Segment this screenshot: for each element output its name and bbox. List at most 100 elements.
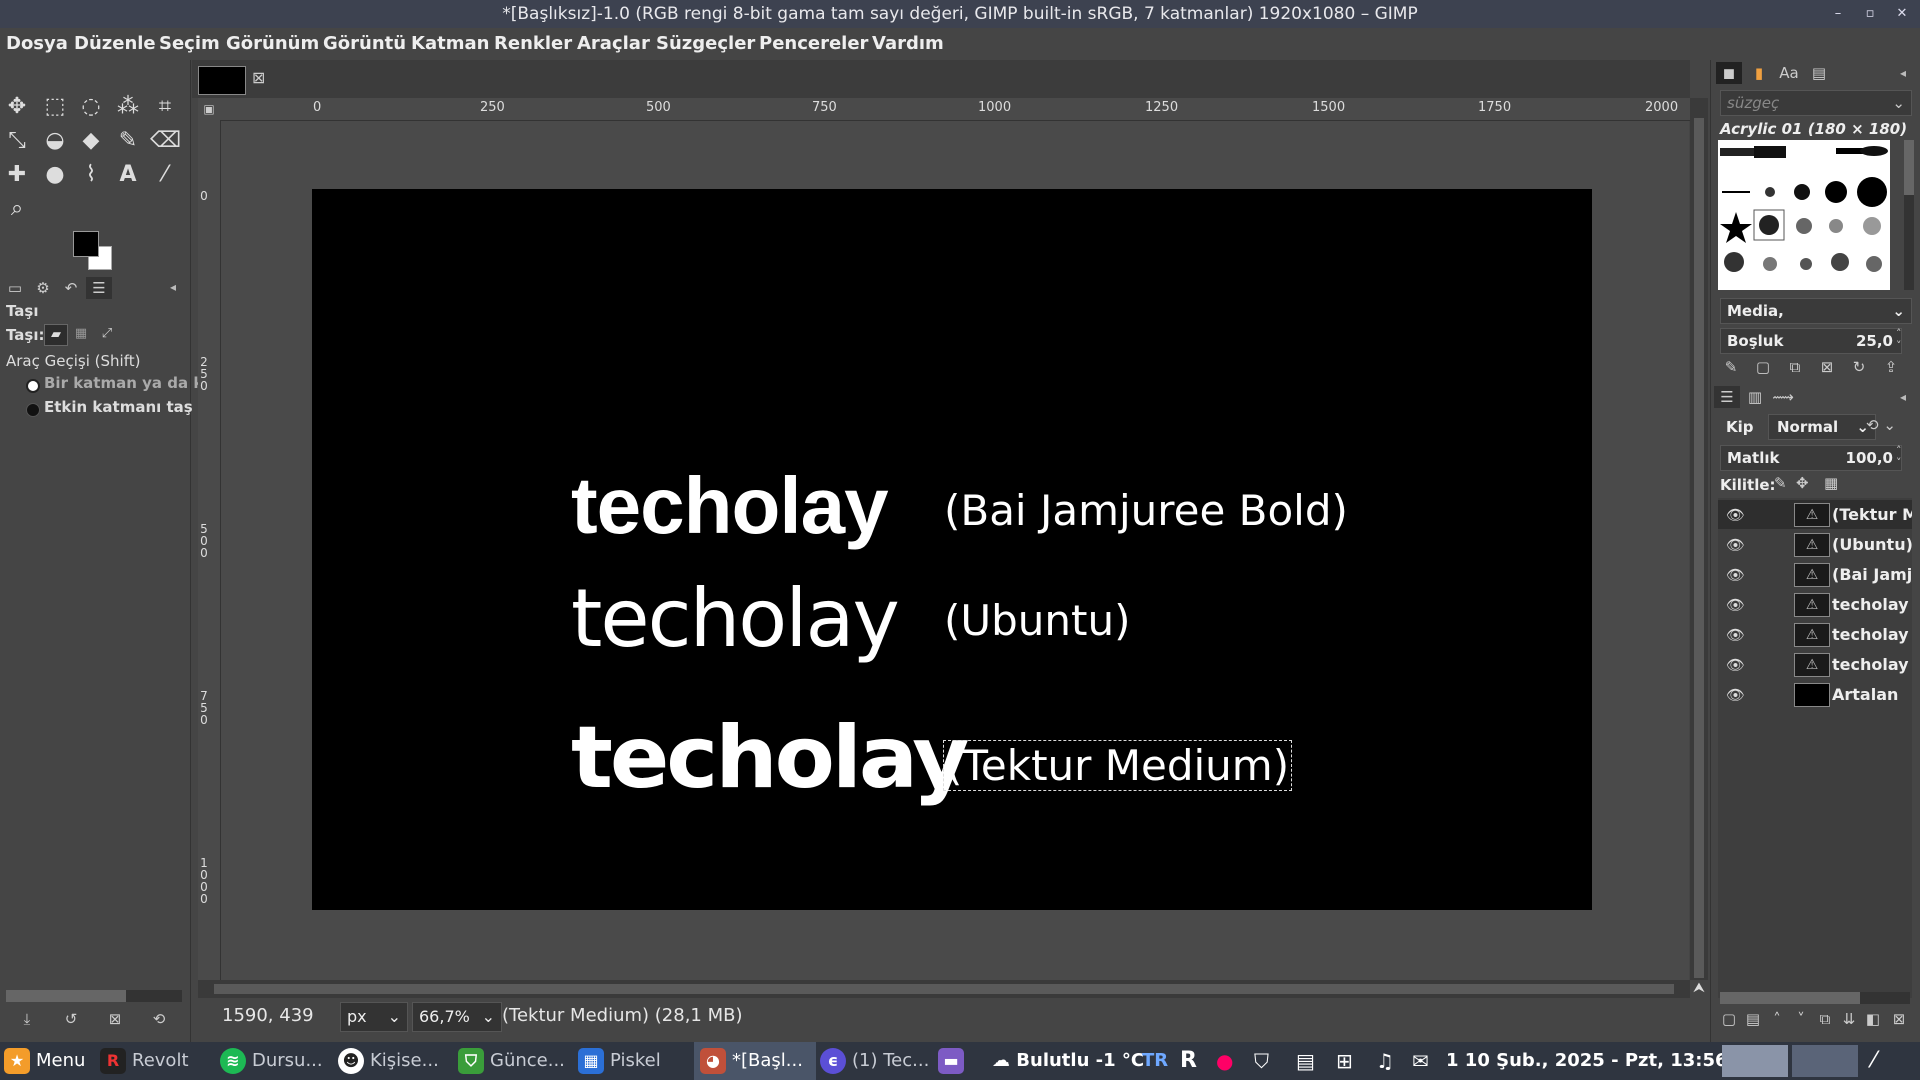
close-window-button[interactable]: ✕ [1892, 4, 1912, 24]
lock-position-icon[interactable]: ✥ [1796, 474, 1809, 492]
layer-mode-select[interactable]: Normal ⌄ [1768, 414, 1876, 440]
patterns-tab-icon[interactable]: ▮ [1746, 62, 1772, 84]
taskbar-app-settings[interactable]: ☻ Kişise... [338, 1042, 439, 1080]
color-picker-tray-icon[interactable]: ⁄ [1872, 1042, 1876, 1080]
layers-menu-icon[interactable]: ◂ [1900, 390, 1906, 404]
lasso-icon[interactable]: ◌ [76, 92, 106, 122]
menu-vardim[interactable]: Vardım [872, 28, 944, 60]
taskbar-files[interactable]: ▬ [938, 1042, 970, 1080]
text-sample-bai-jamjuree[interactable]: techolay [571, 460, 889, 552]
layer-row[interactable]: 👁 ⚠ techolay [1718, 650, 1912, 679]
taskbar-app-update[interactable]: ⛉ Günce... [458, 1042, 565, 1080]
taskbar-app-gimp-active[interactable]: ◕ *[Başl... [694, 1042, 816, 1080]
quick-mask-corner-icon[interactable]: ▣ [198, 98, 220, 120]
eye-icon[interactable]: 👁 [1726, 566, 1745, 584]
warp-icon[interactable]: ◒ [40, 126, 70, 156]
undo-history-tab-icon[interactable]: ↶ [58, 277, 84, 299]
panel-menu-icon[interactable]: ◂ [170, 280, 176, 294]
lock-pixels-icon[interactable]: ✎ [1774, 474, 1787, 492]
menu-araclar[interactable]: Araçlar [577, 28, 650, 60]
menu-gorunum[interactable]: Görünüm [226, 28, 319, 60]
start-menu-button[interactable]: ★ Menu [4, 1042, 85, 1080]
network-tray-icon[interactable]: ⊞ [1336, 1042, 1353, 1080]
brush-tag-select[interactable]: Media, ⌄ [1720, 298, 1912, 324]
eye-icon[interactable]: 👁 [1726, 656, 1745, 674]
text-sample-tektur[interactable]: techolay [571, 708, 969, 808]
dock-menu-icon[interactable]: ◂ [1900, 66, 1906, 80]
taskbar-app-browser[interactable]: ϵ (1) Tec... [820, 1042, 929, 1080]
tool-options-tab-icon[interactable]: ▭ [2, 277, 28, 299]
zoom-icon[interactable]: ⌕ [2, 194, 32, 224]
duplicate-layer-icon[interactable]: ⧉ [1812, 1008, 1838, 1030]
rect-select-icon[interactable]: ⬚ [40, 92, 70, 122]
menu-duzenle[interactable]: Düzenle [74, 28, 156, 60]
vertical-scrollbar[interactable] [1690, 98, 1708, 980]
firefox-tray-icon[interactable]: ● [1216, 1042, 1233, 1080]
move-tool-icon[interactable]: ✥ [2, 92, 32, 122]
menu-pencereler[interactable]: Pencereler [759, 28, 868, 60]
dodge-icon[interactable]: ● [40, 160, 70, 190]
menu-goruntu[interactable]: Görüntü [323, 28, 406, 60]
layer-row[interactable]: 👁 ⚠ (Ubuntu) [1718, 530, 1912, 559]
workspace-1[interactable] [1722, 1045, 1788, 1077]
taskbar-app-piskel[interactable]: ▦ Piskel [578, 1042, 661, 1080]
duplicate-brush-icon[interactable]: ⧉ [1782, 356, 1808, 378]
device-status-tab-icon[interactable]: ⚙ [30, 277, 56, 299]
layer-row[interactable]: 👁 ⚠ techolay # [1718, 590, 1912, 619]
taskbar-app-revolt[interactable]: R Revolt [100, 1042, 189, 1080]
unit-select[interactable]: px ⌄ [340, 1002, 408, 1032]
brush-grid-scrollbar[interactable] [1904, 140, 1914, 290]
paths-icon[interactable]: ⌇ [76, 160, 106, 190]
music-tray-icon[interactable]: ♫ [1376, 1042, 1394, 1080]
eye-icon[interactable]: 👁 [1726, 596, 1745, 614]
spin-arrows-icon[interactable]: ˄ ˅ [1896, 445, 1902, 469]
foreground-color-front[interactable] [73, 231, 99, 257]
refresh-brushes-icon[interactable]: ↻ [1846, 356, 1872, 378]
delete-brush-icon[interactable]: ⊠ [1814, 356, 1840, 378]
open-brush-icon[interactable]: ⇪ [1878, 356, 1904, 378]
security-tray-icon[interactable]: ⛉ [1254, 1042, 1269, 1080]
anchor-layer-icon[interactable]: ⇊ [1836, 1008, 1862, 1030]
delete-layer-icon[interactable]: ⊠ [1886, 1008, 1912, 1030]
document-history-tab-icon[interactable]: ▤ [1806, 62, 1832, 84]
move-selection-icon[interactable]: ▦ [70, 324, 92, 344]
layer-row[interactable]: 👁 ⚠ (Tektur Me [1718, 500, 1912, 529]
brush-grid[interactable] [1718, 140, 1890, 290]
layers-tab-icon[interactable]: ☰ [1714, 386, 1740, 408]
notifications-tray-icon[interactable]: ✉ [1412, 1042, 1429, 1080]
raise-layer-icon[interactable]: ˄ [1764, 1008, 1790, 1030]
new-layer-icon[interactable]: ▢ [1716, 1008, 1742, 1030]
text-tool-icon[interactable]: A [113, 160, 143, 190]
move-path-icon[interactable]: ⤢ [96, 324, 118, 344]
bucket-fill-icon[interactable]: ◆ [76, 126, 106, 156]
crop-icon[interactable]: ⌗ [150, 92, 180, 122]
brushes-tab-icon[interactable]: ◼ [1716, 62, 1742, 84]
workspace-2[interactable] [1792, 1045, 1858, 1077]
toolbox-scrollbar[interactable] [6, 990, 182, 1002]
fuzzy-select-icon[interactable]: ⁂ [113, 92, 143, 122]
layer-opacity-field[interactable]: Matlık 100,0 [1720, 445, 1902, 471]
clock[interactable]: 1 10 Şub., 2025 - Pzt, 13:56:16 [1446, 1042, 1760, 1080]
reset-options-icon[interactable]: ⟲ [146, 1008, 172, 1030]
menu-katman[interactable]: Katman [411, 28, 489, 60]
layer-row[interactable]: 👁 ⚠ techolay # [1718, 620, 1912, 649]
taskbar-app-spotify[interactable]: ≋ Dursu... [220, 1042, 323, 1080]
restore-options-icon[interactable]: ↺ [58, 1008, 84, 1030]
radio-pick-layer[interactable] [26, 379, 40, 393]
lower-layer-icon[interactable]: ˅ [1788, 1008, 1814, 1030]
r-tray-icon[interactable]: R [1180, 1042, 1197, 1080]
delete-options-icon[interactable]: ⊠ [102, 1008, 128, 1030]
move-layer-icon[interactable]: ▰ [44, 324, 68, 346]
brush-spacing-field[interactable]: Boşluk 25,0 [1720, 328, 1902, 354]
eye-icon[interactable]: 👁 [1726, 536, 1745, 554]
image-tab-thumbnail[interactable] [198, 66, 246, 95]
navigate-icon[interactable]: ⮝ [1690, 980, 1708, 998]
paths-tab-icon[interactable]: ⟿ [1770, 386, 1796, 408]
maximize-button[interactable]: ▫ [1860, 4, 1880, 24]
zoom-select[interactable]: 66,7% ⌄ [412, 1002, 502, 1032]
clipboard-tray-icon[interactable]: ▤ [1296, 1042, 1315, 1080]
brush-filter-input[interactable]: süzgeç ⌄ [1720, 90, 1912, 116]
paintbrush-icon[interactable]: ✎ [113, 126, 143, 156]
eye-icon[interactable]: 👁 [1726, 626, 1745, 644]
layers-scrollbar[interactable] [1720, 992, 1910, 1004]
